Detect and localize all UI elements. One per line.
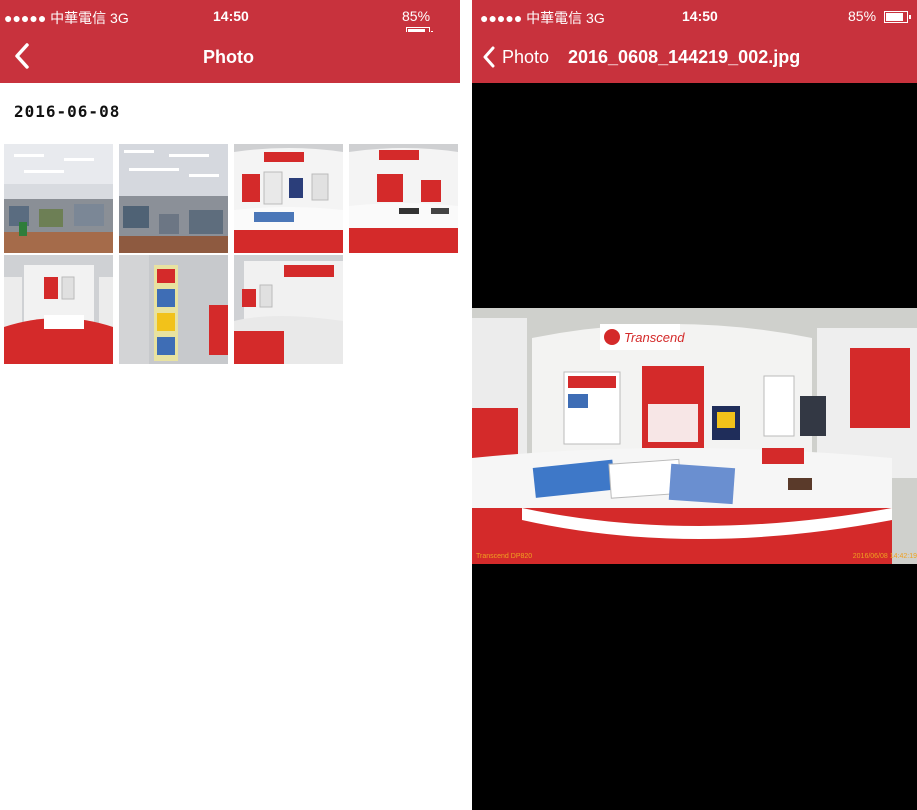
photo-thumbnail[interactable] — [4, 255, 113, 364]
back-chevron-icon[interactable] — [14, 43, 30, 76]
battery-status: 85% — [848, 8, 911, 24]
status-time: 14:50 — [682, 8, 718, 24]
back-button[interactable]: Photo — [482, 46, 549, 68]
photo-thumbnail[interactable] — [119, 144, 228, 253]
page-title: Photo — [203, 47, 254, 67]
date-group-header: 2016-06-08 — [14, 102, 121, 121]
status-bar: ●●●●● 中華電信 3G 14:50 85% — [472, 0, 917, 32]
photo-viewer-screen: ●●●●● 中華電信 3G 14:50 85% Photo 2016_0608_… — [472, 0, 917, 810]
photo-thumbnail[interactable] — [349, 144, 458, 253]
battery-percent: 85% — [402, 8, 431, 24]
carrier-signal: ●●●●● 中華電信 3G — [480, 10, 605, 26]
full-photo[interactable]: Transcend Transcend DP820 2016/06/08 14:… — [472, 308, 917, 564]
photo-watermark-right: 2016/06/08 14:42:19 — [852, 553, 917, 560]
nav-bar: Photo 2016_0608_144219_002.jpg — [472, 32, 917, 83]
battery-icon — [883, 11, 911, 24]
photo-thumbnail[interactable] — [234, 255, 343, 364]
photo-filename-title: 2016_0608_144219_002.jpg — [568, 47, 801, 67]
nav-bar: Photo — [0, 32, 460, 83]
status-bar: ●●●●● 中華電信 3G 14:50 85% — [0, 0, 460, 40]
photo-list-screen: ●●●●● 中華電信 3G 14:50 85% Photo 2016-06-08 — [0, 0, 460, 810]
back-label: Photo — [502, 46, 550, 67]
battery-percent: 85% — [848, 8, 877, 24]
brand-logo: Transcend — [624, 330, 685, 345]
photo-thumbnail[interactable] — [119, 255, 228, 364]
photo-thumbnail[interactable] — [234, 144, 343, 253]
photo-watermark-left: Transcend DP820 — [476, 553, 533, 560]
status-time: 14:50 — [213, 8, 249, 24]
carrier-signal: ●●●●● 中華電信 3G — [4, 10, 129, 26]
photo-thumbnail[interactable] — [4, 144, 113, 253]
back-chevron-icon — [483, 46, 495, 68]
